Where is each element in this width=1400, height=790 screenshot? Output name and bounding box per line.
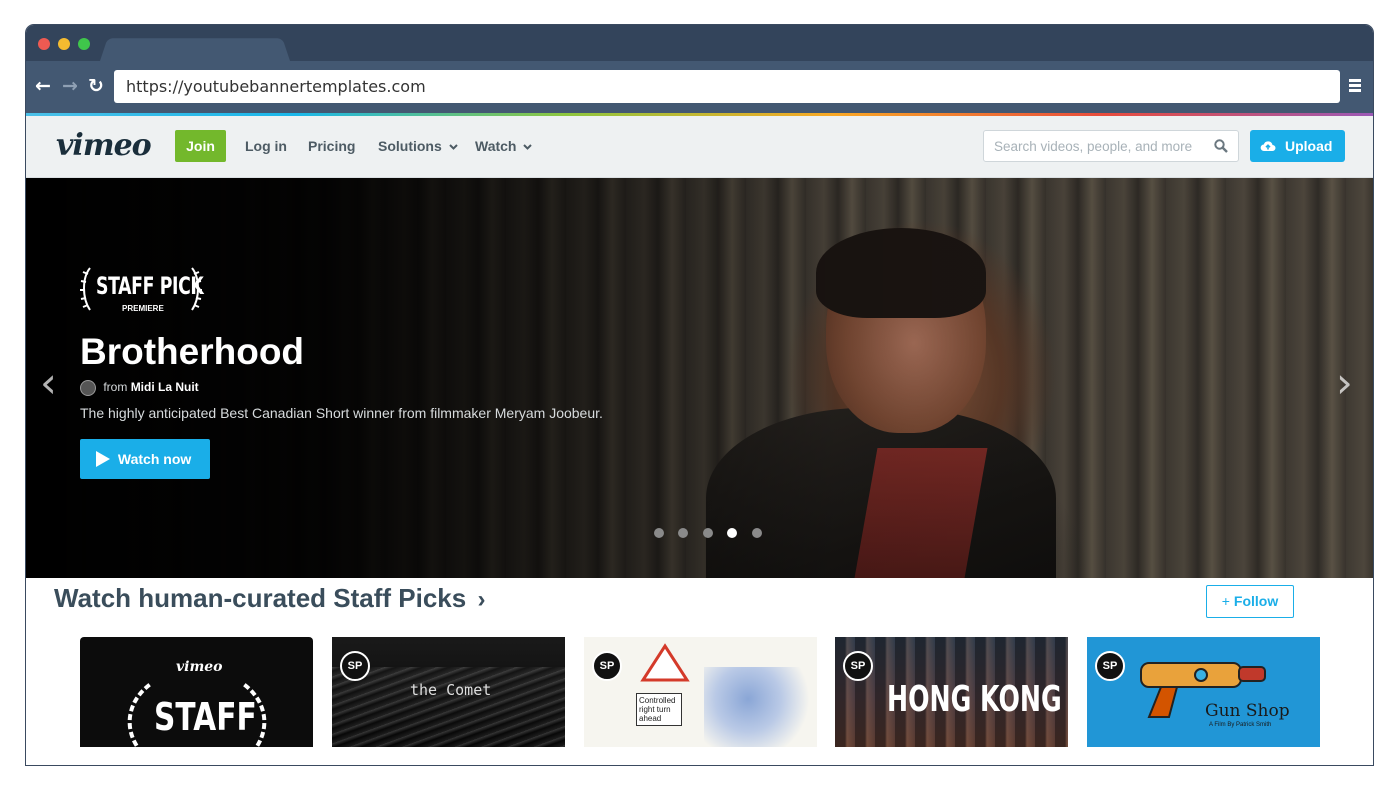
follow-label: Follow bbox=[1233, 593, 1279, 609]
staff-pick-badge-icon: SP bbox=[592, 651, 622, 681]
url-field[interactable]: https://youtubebannertemplates.com bbox=[114, 70, 1340, 103]
watch-menu[interactable]: Watch bbox=[475, 138, 533, 154]
browser-menu-icon[interactable] bbox=[1349, 79, 1361, 92]
thumbnail-paint bbox=[704, 667, 814, 747]
carousel-pagination bbox=[654, 525, 772, 543]
maximize-window-button[interactable] bbox=[78, 38, 90, 50]
badge-title: STAFF PICK bbox=[96, 272, 204, 300]
thumbnail-title: the Comet bbox=[410, 681, 492, 699]
search-input[interactable]: Search videos, people, and more bbox=[983, 130, 1239, 162]
browser-tab[interactable] bbox=[100, 38, 290, 61]
thumbnail-logo: vimeo bbox=[176, 659, 223, 675]
carousel-dot[interactable] bbox=[654, 528, 664, 538]
thumbnail-title: HONG KONG bbox=[887, 679, 1062, 720]
watch-label: Watch bbox=[475, 138, 517, 154]
chevron-down-icon bbox=[448, 144, 458, 151]
watch-now-label: Watch now bbox=[117, 451, 192, 467]
carousel-dot[interactable] bbox=[751, 528, 762, 538]
search-placeholder: Search videos, people, and more bbox=[994, 139, 1193, 154]
staff-pick-badge-icon: SP bbox=[340, 651, 370, 681]
thumbnail-title: Gun Shop bbox=[1205, 701, 1290, 721]
laurel-left-icon bbox=[80, 267, 91, 311]
follow-button[interactable]: + Follow bbox=[1206, 585, 1294, 618]
from-label: from bbox=[103, 380, 128, 395]
badge-subtitle: PREMIERE bbox=[122, 304, 164, 313]
laurel-right-icon bbox=[191, 267, 202, 311]
close-window-button[interactable] bbox=[38, 38, 50, 50]
hero-description: The highly anticipated Best Canadian Sho… bbox=[80, 405, 603, 421]
upload-label: Upload bbox=[1285, 138, 1333, 154]
staff-pick-badge: STAFF PICK PREMIERE bbox=[80, 266, 204, 318]
staff-picks-heading[interactable]: Watch human-curated Staff Picks › bbox=[54, 583, 485, 614]
hero-byline: from Midi La Nuit bbox=[80, 380, 199, 396]
staff-pick-badge-icon: SP bbox=[1095, 651, 1125, 681]
hero-carousel: STAFF PICK PREMIERE Brotherhood from Mid… bbox=[26, 178, 1373, 578]
carousel-dot[interactable] bbox=[678, 528, 689, 538]
video-thumbnail[interactable]: SP Controlled right turn ahead bbox=[584, 637, 817, 747]
thumbnail-title: STAFF bbox=[154, 695, 257, 739]
carousel-dot-active[interactable] bbox=[727, 528, 738, 538]
forward-arrow-icon[interactable]: → bbox=[59, 75, 81, 97]
login-link[interactable]: Log in bbox=[245, 138, 287, 154]
chevron-down-icon bbox=[523, 144, 533, 151]
video-thumbnail[interactable]: vimeo STAFF bbox=[80, 637, 313, 747]
video-thumbnail[interactable]: SP HONG KONG bbox=[835, 637, 1068, 747]
author-avatar[interactable] bbox=[80, 380, 96, 396]
carousel-dot[interactable] bbox=[702, 528, 713, 538]
hero-title[interactable]: Brotherhood bbox=[80, 331, 304, 373]
pricing-link[interactable]: Pricing bbox=[308, 138, 355, 154]
upload-button[interactable]: Upload bbox=[1250, 130, 1345, 162]
carousel-prev-arrow-icon[interactable]: ‹ bbox=[40, 358, 57, 407]
thumbnail-title: Controlled right turn ahead bbox=[636, 693, 682, 726]
title-bar bbox=[26, 25, 1373, 61]
site-header: vimeo Join Log in Pricing Solutions Watc… bbox=[26, 116, 1373, 178]
plus-icon: + bbox=[1221, 593, 1230, 609]
author-link[interactable]: Midi La Nuit bbox=[131, 380, 199, 394]
hero-gradient-overlay bbox=[26, 178, 1373, 578]
search-icon[interactable] bbox=[1214, 139, 1228, 153]
play-icon bbox=[96, 450, 110, 467]
address-bar: ← → ↻ https://youtubebannertemplates.com bbox=[26, 61, 1373, 113]
staff-picks-heading-text: Watch human-curated Staff Picks bbox=[54, 583, 467, 613]
solutions-label: Solutions bbox=[378, 138, 442, 154]
watch-now-button[interactable]: Watch now bbox=[80, 439, 210, 479]
vimeo-logo[interactable]: vimeo bbox=[56, 128, 152, 163]
reload-icon[interactable]: ↻ bbox=[85, 75, 107, 97]
staff-pick-badge-icon: SP bbox=[843, 651, 873, 681]
cloud-upload-icon bbox=[1260, 141, 1276, 152]
chevron-right-icon: › bbox=[477, 586, 486, 613]
warning-sign-icon bbox=[640, 643, 690, 682]
join-button[interactable]: Join bbox=[175, 130, 226, 162]
solutions-menu[interactable]: Solutions bbox=[378, 138, 458, 154]
thumbnail-texture bbox=[332, 667, 565, 747]
thumbnail-subtitle: A Film By Patrick Smith bbox=[1209, 722, 1272, 728]
carousel-next-arrow-icon[interactable]: › bbox=[1336, 358, 1353, 407]
back-arrow-icon[interactable]: ← bbox=[32, 75, 54, 97]
video-thumbnail[interactable]: SP the Comet bbox=[332, 637, 565, 747]
video-thumbnail[interactable]: SP Gun Shop A Film By Patrick Smith bbox=[1087, 637, 1320, 747]
minimize-window-button[interactable] bbox=[58, 38, 70, 50]
